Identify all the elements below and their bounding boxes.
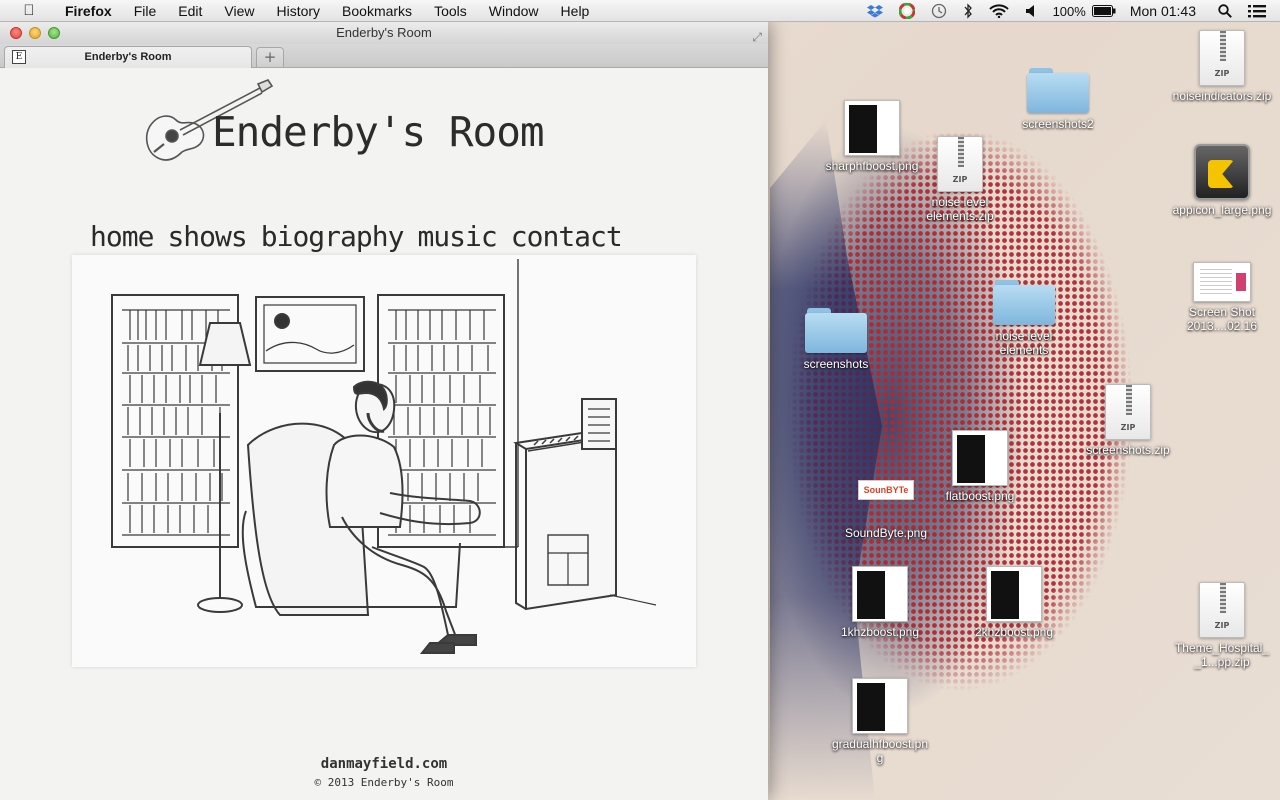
desktop-icon-label: sharphfboost.png: [825, 159, 919, 173]
battery-icon[interactable]: [1091, 5, 1116, 17]
image-file-icon: [1193, 262, 1251, 302]
nav-shows[interactable]: shows: [167, 220, 247, 253]
menu-help[interactable]: Help: [550, 0, 601, 22]
bluetooth-icon[interactable]: [963, 3, 973, 19]
room-illustration: [72, 255, 696, 667]
window-titlebar[interactable]: Enderby's Room ⤢: [0, 22, 768, 44]
desktop-icon-label: 1khzboost.png: [840, 625, 920, 639]
folder-icon: [1027, 66, 1089, 114]
tab-bar: E Enderby's Room +: [0, 44, 768, 68]
zip-file-icon: ZIP: [937, 136, 983, 192]
desktop-icon-label: noise level elements.zip: [926, 195, 994, 223]
zip-file-icon: ZIP: [1199, 582, 1245, 638]
apple-menu-icon[interactable]: : [20, 2, 38, 19]
desktop-icon-2khzboost-png[interactable]: 2khzboost.png: [964, 566, 1064, 639]
app-icon: [1194, 144, 1250, 200]
close-window-button[interactable]: [10, 27, 22, 39]
page-content: Enderby's Room home shows biography musi…: [0, 68, 768, 800]
zip-badge: ZIP: [952, 175, 968, 184]
desktop-icon-screenshots[interactable]: screenshots: [786, 306, 886, 371]
desktop-icon-soundbyte-png[interactable]: SounBYTe SoundByte.png: [836, 480, 936, 540]
desktop-icon-sharphfboost-png[interactable]: sharphfboost.png: [822, 100, 922, 173]
desktop-icon-noise-level-elements[interactable]: noise level elements: [974, 278, 1074, 357]
desktop-icon-screenshots-zip[interactable]: ZIP screenshots.zip: [1078, 384, 1178, 457]
menu-bar:  Firefox File Edit View History Bookmar…: [0, 0, 1280, 22]
desktop-icon-label: noiseindicators.zip: [1172, 89, 1272, 103]
zoom-window-button[interactable]: [48, 27, 60, 39]
menu-view[interactable]: View: [213, 0, 265, 22]
desktop-icon-flatboost-png[interactable]: flatboost.png: [930, 430, 1030, 503]
desktop-icon-screen-shot[interactable]: Screen Shot 2013....02.16: [1172, 262, 1272, 333]
desktop-icon-screenshots2[interactable]: screenshots2: [1008, 66, 1108, 131]
nav-music[interactable]: music: [417, 220, 497, 253]
desktop-icon-label: appicon_large.png: [1172, 203, 1272, 217]
folder-icon: [993, 278, 1055, 326]
desktop-icon-label: Screen Shot 2013....02.16: [1186, 305, 1258, 333]
desktop-icon-theme-hospital-zip[interactable]: ZIP Theme_Hospital__1...pp.zip: [1172, 582, 1272, 669]
image-file-icon: [986, 566, 1042, 622]
volume-icon[interactable]: [1025, 4, 1037, 18]
tab-favicon-icon: E: [12, 50, 26, 64]
desktop-icon-noise-level-elements-zip[interactable]: ZIP noise level elements.zip: [910, 136, 1010, 223]
menu-file[interactable]: File: [123, 0, 168, 22]
zip-badge: ZIP: [1120, 423, 1136, 432]
desktop-icon-label: 2khzboost.png: [974, 625, 1054, 639]
notification-center-icon[interactable]: [1248, 4, 1266, 18]
footer-site-link[interactable]: danmayfield.com: [0, 756, 768, 772]
desktop-icon-noiseindicators-zip[interactable]: ZIP noiseindicators.zip: [1172, 30, 1272, 103]
zip-badge: ZIP: [1214, 69, 1230, 78]
site-nav: home shows biography music contact: [90, 220, 623, 253]
status-area: 100% Mon 01:43: [859, 0, 1280, 22]
menu-edit[interactable]: Edit: [167, 0, 213, 22]
tab-label: Enderby's Room: [84, 51, 172, 63]
spotlight-search-icon[interactable]: [1218, 4, 1232, 18]
desktop-icon-1khzboost-png[interactable]: 1khzboost.png: [830, 566, 930, 639]
dropbox-icon[interactable]: [866, 4, 883, 18]
site-title[interactable]: Enderby's Room: [212, 108, 545, 156]
nav-home[interactable]: home: [90, 220, 154, 253]
zip-file-icon: ZIP: [1199, 30, 1245, 86]
desktop-icon-label: screenshots: [803, 357, 869, 371]
minimize-window-button[interactable]: [29, 27, 41, 39]
desktop-icon-label: Theme_Hospital__1...pp.zip: [1174, 641, 1270, 669]
nav-contact[interactable]: contact: [511, 220, 623, 253]
image-file-icon: [852, 566, 908, 622]
image-file-icon: [844, 100, 900, 156]
new-tab-button[interactable]: +: [256, 47, 284, 67]
image-file-icon: [952, 430, 1008, 486]
wifi-icon[interactable]: [988, 4, 1009, 18]
color-wheel-icon[interactable]: [898, 3, 915, 19]
desktop-icon-label: noise level elements: [995, 329, 1053, 357]
zip-badge: ZIP: [1214, 621, 1230, 630]
footer-copyright: © 2013 Enderby's Room: [314, 776, 454, 789]
battery-percent[interactable]: 100%: [1053, 4, 1086, 19]
menu-window[interactable]: Window: [478, 0, 550, 22]
menu-clock[interactable]: Mon 01:43: [1130, 3, 1196, 19]
desktop-icon-label: flatboost.png: [945, 489, 1015, 503]
desktop-icon-label: SoundByte.png: [844, 526, 928, 540]
menu-bookmarks[interactable]: Bookmarks: [331, 0, 423, 22]
desktop-icon-label: screenshots2: [1022, 117, 1094, 131]
tab-enderbys-room[interactable]: E Enderby's Room: [4, 46, 252, 68]
menu-tools[interactable]: Tools: [423, 0, 478, 22]
time-machine-icon[interactable]: [931, 3, 947, 19]
menu-app-firefox[interactable]: Firefox: [54, 0, 123, 22]
desktop-icon-label: gradualhfboost.png: [831, 737, 929, 765]
window-title: Enderby's Room: [336, 25, 432, 40]
image-file-icon: [852, 678, 908, 734]
desktop-icon-appicon-large-png[interactable]: appicon_large.png: [1172, 144, 1272, 217]
menu-history[interactable]: History: [265, 0, 331, 22]
zip-file-icon: ZIP: [1105, 384, 1151, 440]
firefox-window: Enderby's Room ⤢ E Enderby's Room + Ende…: [0, 22, 768, 800]
desktop-icon-label: screenshots.zip: [1086, 443, 1170, 457]
soundbyte-logo: SounBYTe: [858, 480, 914, 500]
desktop-icon-gradualhfboost-png[interactable]: gradualhfboost.png: [830, 678, 930, 765]
folder-icon: [805, 306, 867, 354]
nav-biography[interactable]: biography: [261, 220, 405, 253]
